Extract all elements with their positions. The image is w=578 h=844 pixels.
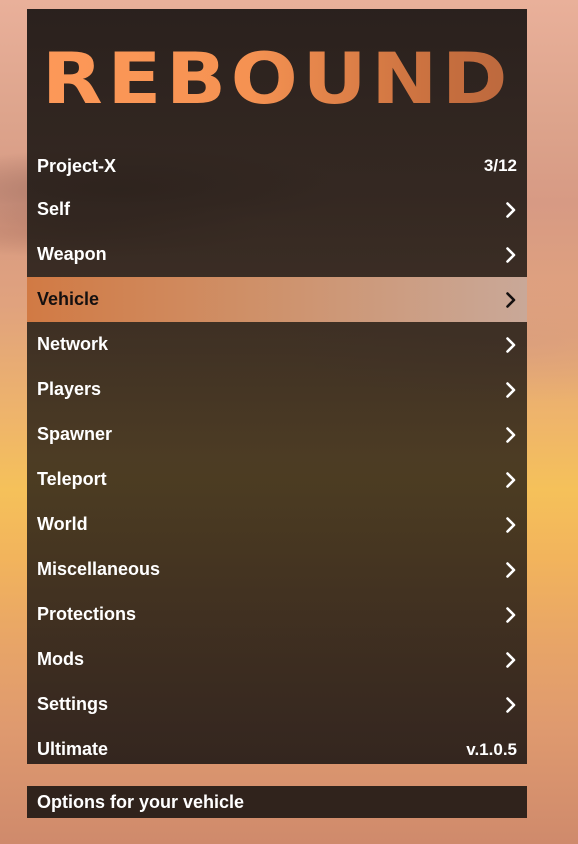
version-label: v.1.0.5 [466, 739, 517, 759]
menu-item-vehicle[interactable]: Vehicle [27, 277, 527, 322]
menu-item-label: Miscellaneous [37, 559, 161, 579]
menu-item-label: Spawner [37, 424, 113, 444]
chevron-right-icon [501, 291, 517, 309]
option-description: Options for your vehicle [37, 791, 245, 812]
chevron-right-icon [501, 516, 517, 534]
menu-item-label: Weapon [37, 244, 107, 264]
option-description-bar: Options for your vehicle [27, 786, 527, 818]
menu-item-label: Network [37, 334, 109, 354]
menu-item-teleport[interactable]: Teleport [27, 457, 527, 502]
mod-menu-panel: REBOUND Project-X 3/12 Self Weapon Vehic… [27, 9, 527, 764]
chevron-right-icon [501, 696, 517, 714]
menu-item-label: World [37, 514, 88, 534]
menu-item-world[interactable]: World [27, 502, 527, 547]
menu-item-players[interactable]: Players [27, 367, 527, 412]
menu-item-label: Protections [37, 604, 137, 624]
menu-item-spawner[interactable]: Spawner [27, 412, 527, 457]
chevron-right-icon [501, 201, 517, 219]
menu-position-counter: 3/12 [483, 156, 517, 175]
menu-item-self[interactable]: Self [27, 187, 527, 232]
menu-item-label: Vehicle [37, 289, 100, 309]
chevron-right-icon [501, 426, 517, 444]
menu-item-protections[interactable]: Protections [27, 592, 527, 637]
menu-item-settings[interactable]: Settings [27, 682, 527, 727]
chevron-right-icon [501, 336, 517, 354]
menu-title: Project-X [37, 155, 117, 176]
menu-header: Project-X 3/12 [27, 145, 527, 187]
menu-item-label: Self [37, 199, 71, 219]
menu-item-label: Teleport [37, 469, 107, 489]
edition-label: Ultimate [37, 739, 109, 759]
chevron-right-icon [501, 606, 517, 624]
menu-item-label: Mods [37, 649, 84, 669]
menu-item-mods[interactable]: Mods [27, 637, 527, 682]
menu-item-miscellaneous[interactable]: Miscellaneous [27, 547, 527, 592]
chevron-right-icon [501, 471, 517, 489]
menu-footer: Ultimate v.1.0.5 [27, 727, 527, 772]
chevron-right-icon [501, 561, 517, 579]
chevron-right-icon [501, 651, 517, 669]
menu-item-label: Settings [37, 694, 109, 714]
chevron-right-icon [501, 246, 517, 264]
menu-item-network[interactable]: Network [27, 322, 527, 367]
menu-item-label: Players [37, 379, 102, 399]
menu-banner: REBOUND [27, 9, 527, 145]
chevron-right-icon [501, 381, 517, 399]
rebound-logo: REBOUND [0, 43, 560, 115]
menu-item-weapon[interactable]: Weapon [27, 232, 527, 277]
